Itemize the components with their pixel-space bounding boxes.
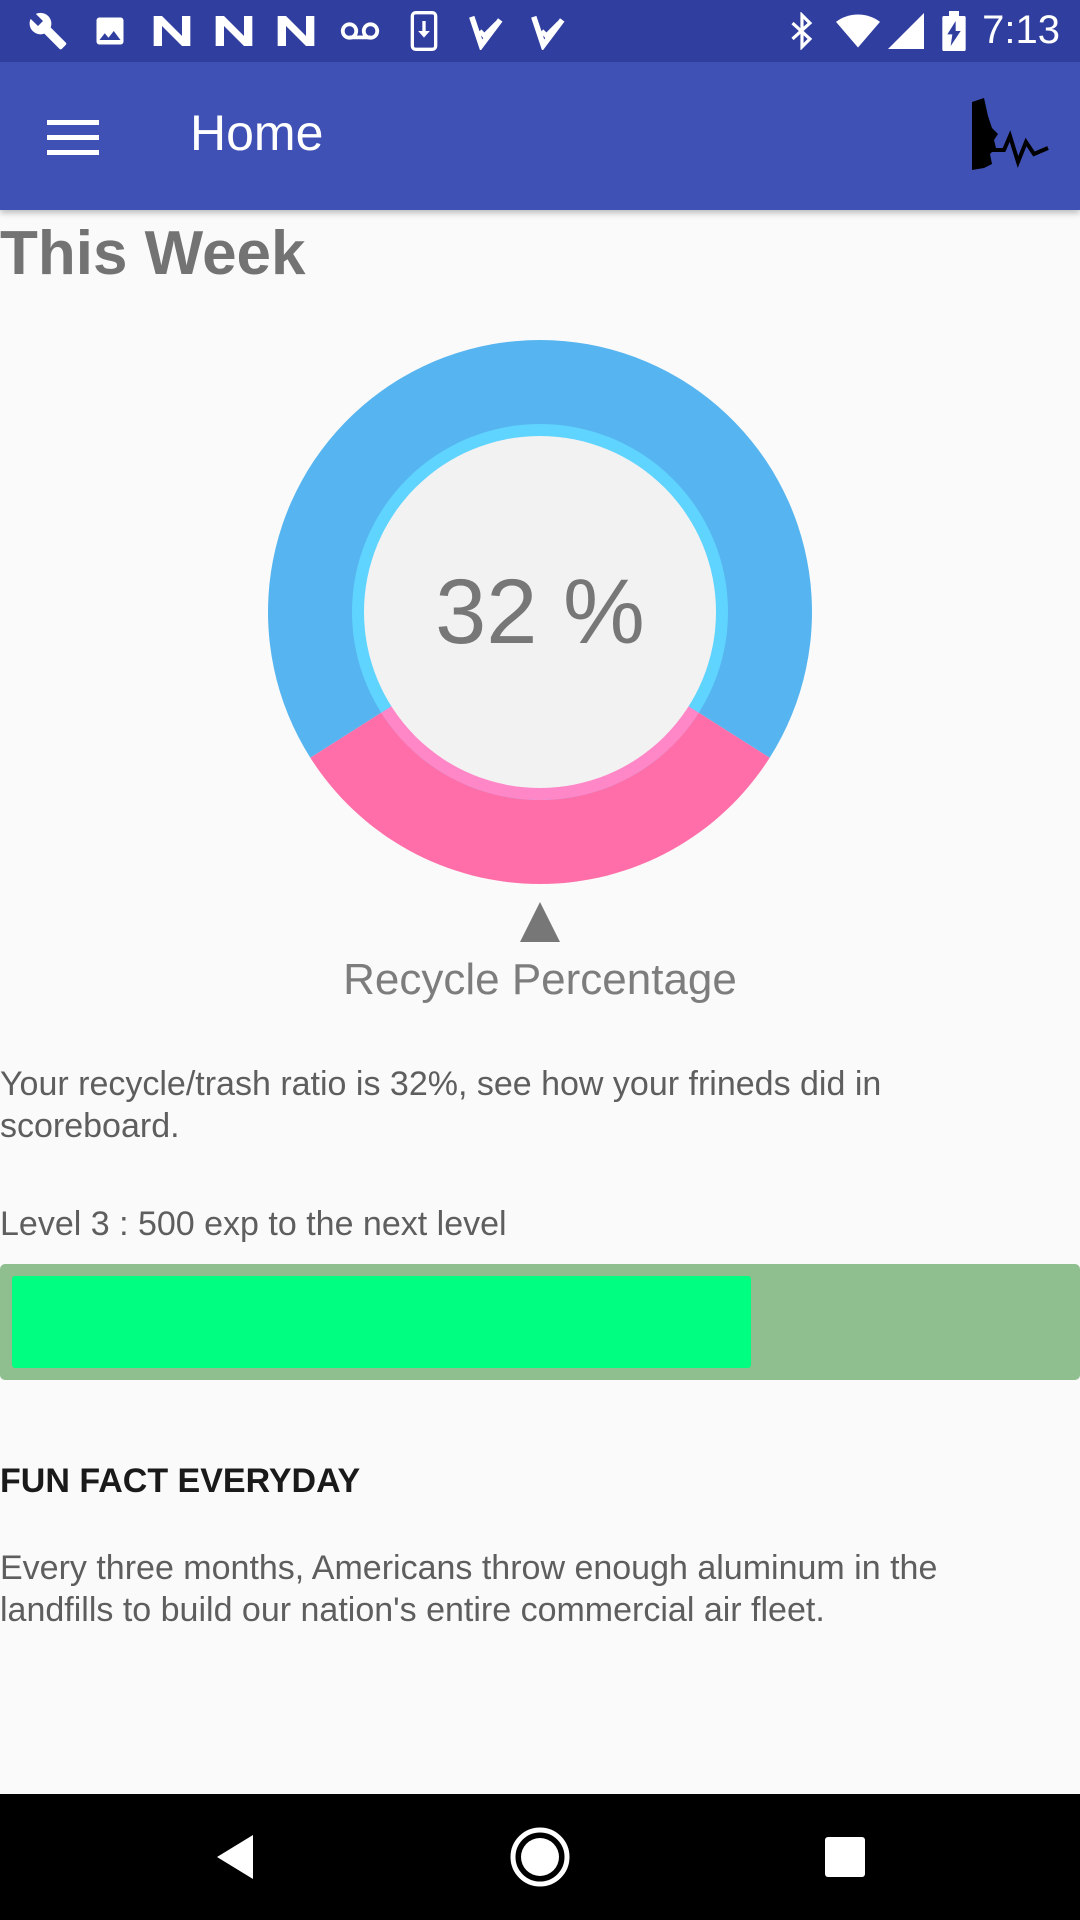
battery-charging-icon [932,10,976,52]
page-title: This Week [0,219,306,288]
bluetooth-icon [780,10,824,52]
wifi-icon [836,10,880,52]
brand-logo-icon [970,98,1050,174]
check-icon [464,10,508,52]
navigation-bar [0,1794,1080,1920]
recents-button[interactable] [810,1822,880,1892]
ratio-text: Your recycle/trash ratio is 32%, see how… [0,1065,882,1145]
n-icon [150,10,194,52]
n-icon [274,10,318,52]
level-progress-fill [12,1276,751,1368]
app-title: Home [190,105,324,161]
recents-icon [825,1837,865,1877]
check-icon [526,10,570,52]
app-bar: Home [0,62,1080,210]
image-icon [88,10,132,52]
n-icon [212,10,256,52]
clock-time: 7:13 [982,8,1060,52]
fun-fact-text: Every three months, Americans throw enou… [0,1549,938,1629]
menu-button[interactable] [30,102,116,172]
home-icon [510,1827,570,1887]
hamburger-menu-icon [47,120,99,155]
gauge-pointer-icon [520,902,560,942]
wrench-icon [26,10,70,52]
home-button[interactable] [505,1822,575,1892]
level-progress-bar [0,1264,1080,1380]
back-button[interactable] [200,1822,270,1892]
fun-fact-heading: FUN FACT EVERYDAY [0,1462,361,1500]
back-icon [217,1835,253,1879]
gauge-value-text: 32 % [435,561,645,663]
download-icon [402,10,446,52]
voicemail-icon [338,10,382,52]
signal-icon [884,10,928,52]
status-bar: 7:13 [0,0,1080,62]
gauge-caption: Recycle Percentage [343,955,737,1004]
level-text: Level 3 : 500 exp to the next level [0,1205,507,1243]
recycle-gauge: 32 % [267,339,812,942]
